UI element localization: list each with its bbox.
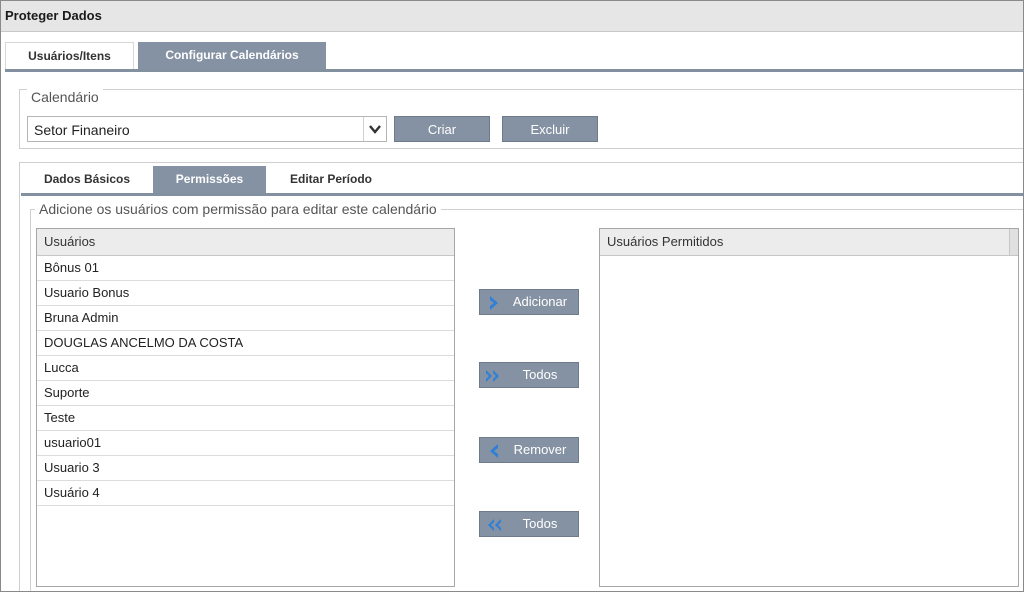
users-list-header: Usuários bbox=[37, 229, 454, 256]
create-button[interactable]: Criar bbox=[394, 116, 490, 142]
header-scroll-stub bbox=[1009, 229, 1018, 255]
chevron-left-icon bbox=[490, 444, 498, 458]
allowed-users-header: Usuários Permitidos bbox=[600, 229, 1018, 256]
allowed-users-list[interactable]: Usuários Permitidos bbox=[599, 228, 1019, 587]
add-all-button-label: Todos bbox=[522, 367, 558, 382]
users-list[interactable]: Usuários Bônus 01 Usuario Bonus Bruna Ad… bbox=[36, 228, 455, 587]
list-item[interactable]: Usuario 3 bbox=[37, 456, 454, 481]
chevron-right-icon bbox=[490, 296, 498, 310]
list-item[interactable]: Bônus 01 bbox=[37, 256, 454, 281]
window-title: Proteger Dados bbox=[5, 8, 102, 23]
proteger-dados-window: Proteger Dados Usuários/Itens Configurar… bbox=[0, 0, 1024, 592]
remove-button-label: Remover bbox=[513, 442, 567, 457]
tab-configurar-calendarios[interactable]: Configurar Calendários bbox=[138, 42, 326, 69]
list-item[interactable]: Suporte bbox=[37, 381, 454, 406]
add-all-button[interactable]: Todos bbox=[479, 362, 579, 388]
add-button[interactable]: Adicionar bbox=[479, 289, 579, 315]
list-item[interactable]: DOUGLAS ANCELMO DA COSTA bbox=[37, 331, 454, 356]
permissions-legend: Adicione os usuários com permissão para … bbox=[35, 201, 441, 217]
double-chevron-left-icon bbox=[488, 519, 501, 531]
calendar-select[interactable]: Setor Finaneiro bbox=[27, 116, 387, 142]
list-item[interactable]: Usuário 4 bbox=[37, 481, 454, 506]
remove-all-button-label: Todos bbox=[522, 516, 558, 531]
tab-usuarios-itens[interactable]: Usuários/Itens bbox=[5, 42, 134, 69]
list-item[interactable]: Bruna Admin bbox=[37, 306, 454, 331]
tab-permissoes[interactable]: Permissões bbox=[153, 166, 266, 193]
title-bar: Proteger Dados bbox=[1, 1, 1023, 32]
delete-button[interactable]: Excluir bbox=[502, 116, 598, 142]
remove-all-button[interactable]: Todos bbox=[479, 511, 579, 537]
list-item[interactable]: Usuario Bonus bbox=[37, 281, 454, 306]
add-button-label: Adicionar bbox=[512, 294, 568, 309]
main-tab-bar: Usuários/Itens Configurar Calendários bbox=[5, 42, 1023, 72]
list-item[interactable]: Teste bbox=[37, 406, 454, 431]
calendar-select-value: Setor Finaneiro bbox=[34, 122, 130, 138]
calendar-legend: Calendário bbox=[27, 89, 103, 105]
chevron-down-icon[interactable] bbox=[363, 117, 386, 141]
double-chevron-right-icon bbox=[486, 370, 499, 382]
sub-tab-bar: Dados Básicos Permissões Editar Período bbox=[21, 166, 1023, 196]
remove-button[interactable]: Remover bbox=[479, 437, 579, 463]
tab-dados-basicos[interactable]: Dados Básicos bbox=[21, 166, 153, 193]
list-item[interactable]: Lucca bbox=[37, 356, 454, 381]
list-item[interactable]: usuario01 bbox=[37, 431, 454, 456]
tab-editar-periodo[interactable]: Editar Período bbox=[270, 166, 392, 193]
